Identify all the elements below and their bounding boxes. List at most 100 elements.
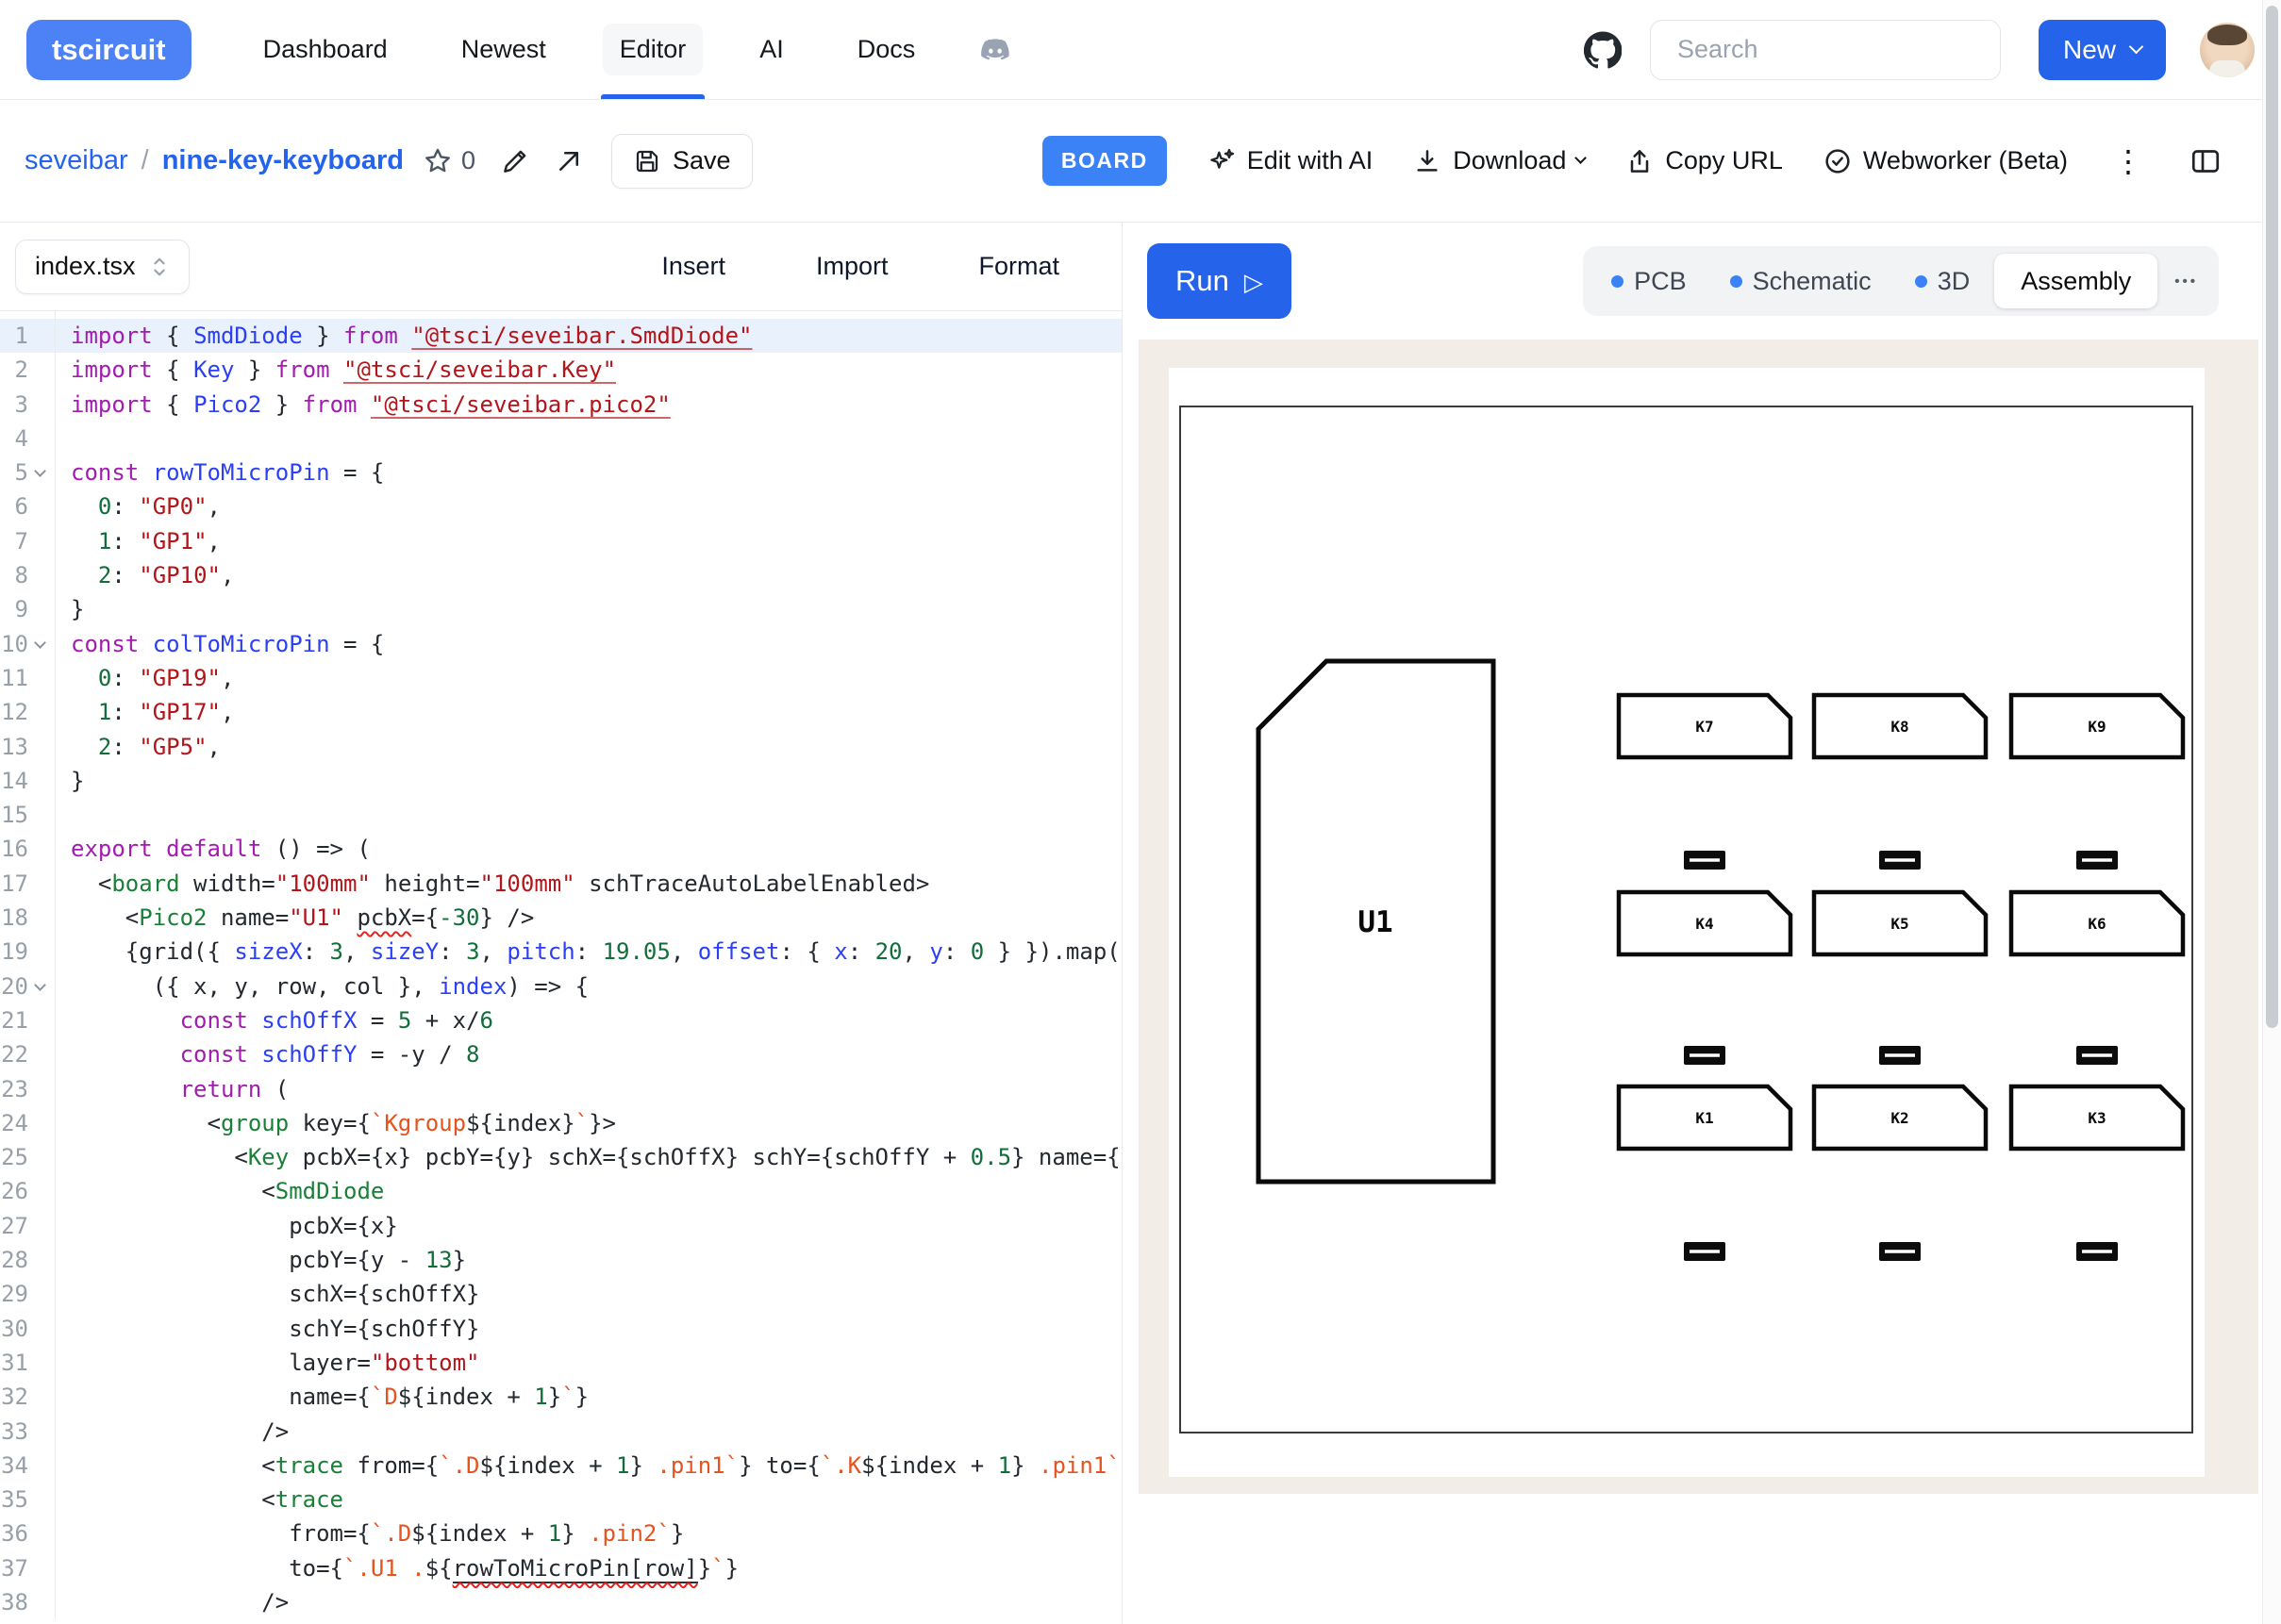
line-code: <trace: [55, 1483, 343, 1516]
action-label: Download: [1453, 146, 1566, 175]
nav-item-dashboard[interactable]: Dashboard: [258, 0, 393, 99]
scrollbar-thumb[interactable]: [2266, 6, 2278, 1028]
line-code: return (: [55, 1072, 289, 1106]
file-selector[interactable]: index.tsx: [15, 240, 190, 294]
avatar[interactable]: [2200, 23, 2255, 77]
component-k3-label: K3: [2088, 1109, 2106, 1127]
line-number: 27: [0, 1209, 28, 1243]
github-icon[interactable]: [1584, 31, 1622, 69]
discord-icon[interactable]: [979, 34, 1011, 66]
code-line-7[interactable]: 7 1: "GP1",: [0, 524, 1122, 558]
fold-chevron-icon[interactable]: [28, 627, 55, 661]
tab-pcb[interactable]: PCB: [1592, 267, 1706, 296]
fold-chevron-icon[interactable]: [28, 969, 55, 1003]
code-line-34[interactable]: 34 <trace from={`.D${index + 1} .pin1`} …: [0, 1449, 1122, 1483]
code-line-16[interactable]: 16export default () => (: [0, 832, 1122, 866]
code-line-25[interactable]: 25 <Key pcbX={x} pcbY={y} schX={schOffX}…: [0, 1140, 1122, 1174]
save-icon: [633, 147, 661, 175]
line-code: <Pico2 name="U1" pcbX={-30} />: [55, 901, 534, 935]
code-line-4[interactable]: 4: [0, 422, 1122, 456]
code-line-28[interactable]: 28 pcbY={y - 13}: [0, 1243, 1122, 1277]
pencil-icon[interactable]: [500, 146, 530, 176]
line-number: 14: [0, 764, 28, 798]
code-line-22[interactable]: 22 const schOffY = -y / 8: [0, 1037, 1122, 1071]
nav-item-newest[interactable]: Newest: [456, 0, 552, 99]
fold-gutter: [28, 1209, 55, 1243]
kebab-menu-icon[interactable]: ⋮: [2107, 143, 2149, 179]
code-line-19[interactable]: 19 {grid({ sizeX: 3, sizeY: 3, pitch: 19…: [0, 935, 1122, 969]
line-code: 2: "GP5",: [55, 730, 221, 764]
code-line-2[interactable]: 2import { Key } from "@tsci/seveibar.Key…: [0, 353, 1122, 387]
tab-schematic[interactable]: Schematic: [1711, 267, 1890, 296]
line-code: ({ x, y, row, col }, index) => {: [55, 969, 589, 1003]
code-line-15[interactable]: 15: [0, 798, 1122, 832]
nav-item-editor[interactable]: Editor: [614, 0, 692, 99]
line-number: 22: [0, 1037, 28, 1071]
line-code: 2: "GP10",: [55, 558, 234, 592]
code-line-36[interactable]: 36 from={`.D${index + 1} .pin2`}: [0, 1516, 1122, 1550]
code-line-14[interactable]: 14}: [0, 764, 1122, 798]
tab-assembly[interactable]: Assembly: [1994, 254, 2157, 308]
code-line-35[interactable]: 35 <trace: [0, 1483, 1122, 1516]
line-code: {grid({ sizeX: 3, sizeY: 3, pitch: 19.05…: [55, 935, 1121, 969]
component-u1-label: U1: [1357, 905, 1392, 939]
code-line-12[interactable]: 12 1: "GP17",: [0, 695, 1122, 729]
action-label: Copy URL: [1665, 146, 1783, 175]
code-line-33[interactable]: 33 />: [0, 1415, 1122, 1449]
action-download[interactable]: Download: [1412, 146, 1585, 176]
page-scrollbar[interactable]: [2262, 0, 2281, 1624]
code-line-37[interactable]: 37 to={`.U1 .${rowToMicroPin[row]}`}: [0, 1551, 1122, 1585]
code-line-6[interactable]: 6 0: "GP0",: [0, 489, 1122, 523]
code-line-3[interactable]: 3import { Pico2 } from "@tsci/seveibar.p…: [0, 388, 1122, 422]
code-line-9[interactable]: 9}: [0, 592, 1122, 626]
code-line-23[interactable]: 23 return (: [0, 1072, 1122, 1106]
share-icon[interactable]: [555, 147, 583, 175]
tab-3d[interactable]: 3D: [1896, 267, 1990, 296]
editor-menu-insert[interactable]: Insert: [661, 252, 725, 281]
code-line-31[interactable]: 31 layer="bottom": [0, 1346, 1122, 1380]
assembly-canvas[interactable]: U1K7K8K9K4K5K6K1K2K3: [1139, 340, 2258, 1494]
code-line-21[interactable]: 21 const schOffX = 5 + x/6: [0, 1003, 1122, 1037]
action-edit-with-ai[interactable]: Edit with AI: [1207, 146, 1374, 176]
code-line-17[interactable]: 17 <board width="100mm" height="100mm" s…: [0, 867, 1122, 901]
editor-menu-import[interactable]: Import: [816, 252, 889, 281]
search-input[interactable]: [1650, 20, 2001, 80]
panel-toggle-icon[interactable]: [2189, 144, 2223, 178]
code-line-10[interactable]: 10const colToMicroPin = {: [0, 627, 1122, 661]
board-badge[interactable]: BOARD: [1042, 136, 1167, 186]
code-line-27[interactable]: 27 pcbX={x}: [0, 1209, 1122, 1243]
code-area[interactable]: 1import { SmdDiode } from "@tsci/seveiba…: [0, 311, 1122, 1619]
run-button[interactable]: Run ▷: [1147, 243, 1291, 319]
tscircuit-logo[interactable]: tscircuit: [26, 20, 191, 80]
code-line-8[interactable]: 8 2: "GP10",: [0, 558, 1122, 592]
fold-chevron-icon[interactable]: [28, 456, 55, 489]
breadcrumb-owner[interactable]: seveibar: [25, 145, 128, 176]
line-number: 7: [0, 524, 28, 558]
editor-menu-format[interactable]: Format: [978, 252, 1059, 281]
tabs-more-icon[interactable]: •••: [2163, 273, 2209, 290]
breadcrumb-repo[interactable]: nine-key-keyboard: [162, 145, 404, 176]
action-copy-url[interactable]: Copy URL: [1624, 146, 1783, 176]
code-line-18[interactable]: 18 <Pico2 name="U1" pcbX={-30} />: [0, 901, 1122, 935]
code-line-30[interactable]: 30 schY={schOffY}: [0, 1312, 1122, 1346]
code-line-24[interactable]: 24 <group key={`Kgroup${index}`}>: [0, 1106, 1122, 1140]
fold-gutter: [28, 1003, 55, 1037]
code-line-13[interactable]: 13 2: "GP5",: [0, 730, 1122, 764]
code-line-20[interactable]: 20 ({ x, y, row, col }, index) => {: [0, 969, 1122, 1003]
action-webworker-beta[interactable]: Webworker (Beta): [1823, 146, 2068, 176]
code-line-32[interactable]: 32 name={`D${index + 1}`}: [0, 1380, 1122, 1414]
line-code: }: [55, 592, 84, 626]
code-line-38[interactable]: 38 />: [0, 1585, 1122, 1619]
tab-label: Assembly: [2021, 267, 2131, 296]
star-button[interactable]: 0: [423, 146, 475, 176]
nav-item-ai[interactable]: AI: [754, 0, 790, 99]
code-line-29[interactable]: 29 schX={schOffX}: [0, 1277, 1122, 1311]
save-button[interactable]: Save: [611, 134, 753, 189]
line-code: const rowToMicroPin = {: [55, 456, 384, 489]
code-line-1[interactable]: 1import { SmdDiode } from "@tsci/seveiba…: [0, 319, 1122, 353]
code-line-5[interactable]: 5const rowToMicroPin = {: [0, 456, 1122, 489]
nav-item-docs[interactable]: Docs: [852, 0, 922, 99]
new-button[interactable]: New: [2039, 20, 2166, 80]
code-line-26[interactable]: 26 <SmdDiode: [0, 1174, 1122, 1208]
code-line-11[interactable]: 11 0: "GP19",: [0, 661, 1122, 695]
